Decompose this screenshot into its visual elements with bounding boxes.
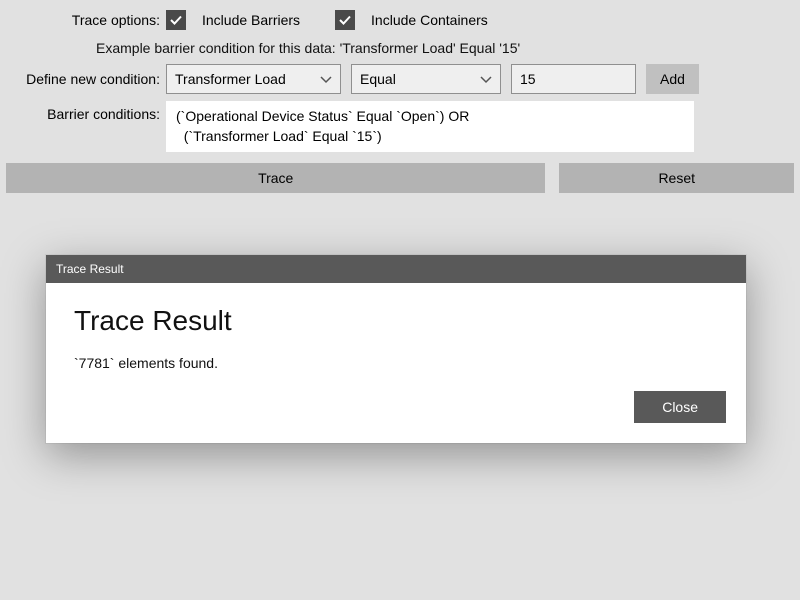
chevron-down-icon	[480, 71, 492, 87]
check-icon	[169, 13, 183, 27]
example-text: Example barrier condition for this data:…	[96, 40, 794, 56]
dialog-message: `7781` elements found.	[74, 355, 718, 371]
trace-button[interactable]: Trace	[6, 163, 545, 193]
trace-options-label: Trace options:	[6, 12, 166, 28]
dialog-heading: Trace Result	[74, 305, 718, 337]
reset-button[interactable]: Reset	[559, 163, 794, 193]
operator-select[interactable]: Equal	[351, 64, 501, 94]
dialog-titlebar: Trace Result	[46, 255, 746, 283]
trace-result-dialog: Trace Result Trace Result `7781` element…	[46, 255, 746, 443]
barrier-conditions-display: (`Operational Device Status` Equal `Open…	[166, 100, 694, 153]
define-condition-label: Define new condition:	[6, 71, 166, 87]
add-button[interactable]: Add	[646, 64, 699, 94]
include-barriers-checkbox[interactable]	[166, 10, 186, 30]
barrier-conditions-label: Barrier conditions:	[6, 100, 166, 122]
chevron-down-icon	[320, 71, 332, 87]
field-select[interactable]: Transformer Load	[166, 64, 341, 94]
include-barriers-label: Include Barriers	[202, 12, 300, 28]
field-select-value: Transformer Load	[175, 71, 286, 87]
include-containers-checkbox[interactable]	[335, 10, 355, 30]
operator-select-value: Equal	[360, 71, 396, 87]
include-containers-label: Include Containers	[371, 12, 488, 28]
value-input[interactable]	[511, 64, 636, 94]
close-button[interactable]: Close	[634, 391, 726, 423]
check-icon	[338, 13, 352, 27]
